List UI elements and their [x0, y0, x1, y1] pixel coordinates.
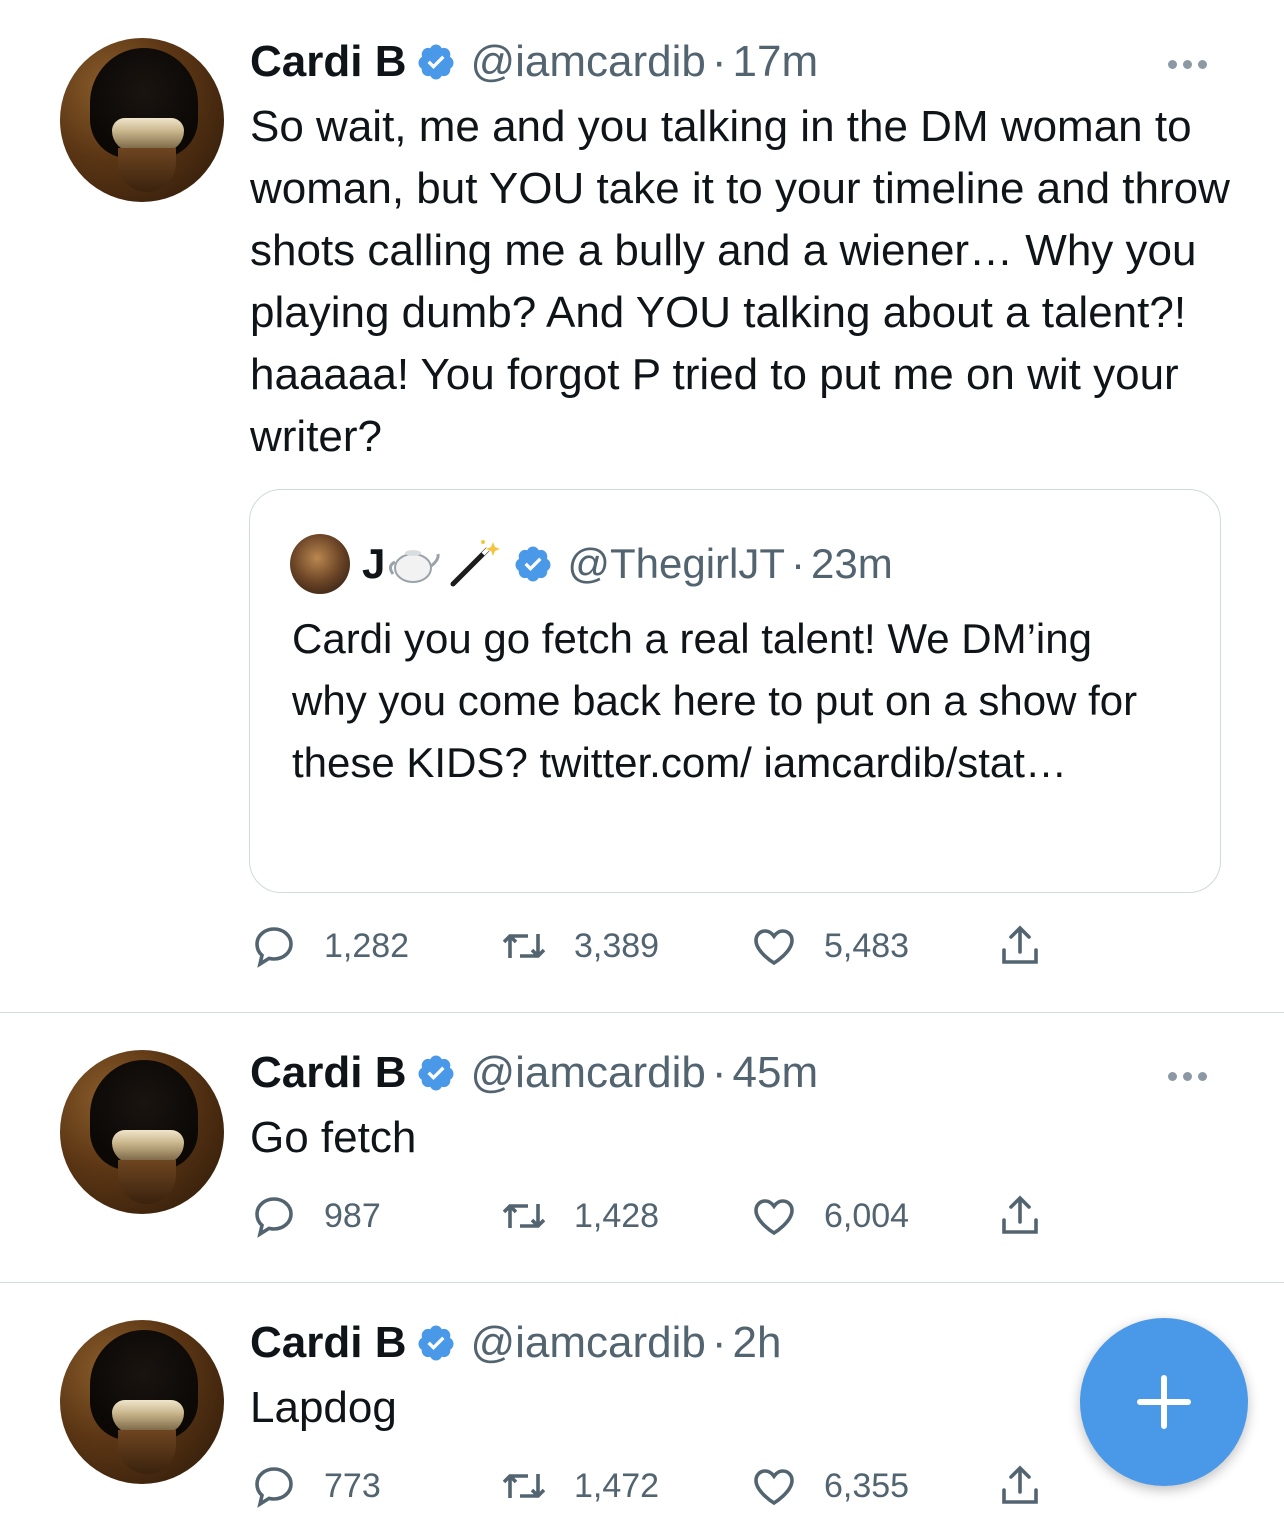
avatar[interactable]: [60, 38, 224, 202]
tweet-header: Cardi B @iamcardib · 45m: [250, 1043, 818, 1103]
separator: ·: [711, 1318, 727, 1367]
author-name[interactable]: Cardi B: [250, 1048, 406, 1097]
share-button[interactable]: [996, 1456, 1070, 1516]
like-count: 6,004: [824, 1196, 910, 1235]
tweet-actions: 773 1,472 6,355: [250, 1456, 1070, 1516]
quoted-avatar: [290, 534, 350, 594]
reply-count: 987: [324, 1196, 381, 1235]
reply-count: 773: [324, 1466, 381, 1505]
tweet-actions: 987 1,428 6,004: [250, 1186, 1070, 1246]
retweet-button[interactable]: 1,428: [500, 1186, 659, 1246]
quoted-header: J @ThegirlJT · 23m: [362, 534, 893, 594]
share-icon: [1002, 925, 1038, 964]
reply-icon: [255, 1467, 293, 1508]
like-icon: [754, 929, 794, 966]
tweet[interactable]: Cardi B @iamcardib · 45m Go fetch 987 1,428…: [0, 1013, 1284, 1282]
quoted-author-name: J: [362, 540, 386, 587]
share-button[interactable]: [996, 1186, 1070, 1246]
like-icon: [754, 1199, 794, 1236]
share-icon: [1002, 1465, 1038, 1504]
avatar[interactable]: [60, 1050, 224, 1214]
separator: ·: [791, 540, 806, 587]
like-button[interactable]: 6,004: [750, 1186, 909, 1246]
retweet-count: 1,428: [574, 1196, 660, 1235]
retweet-count: 3,389: [574, 926, 660, 965]
verified-badge-icon: [418, 44, 454, 80]
reply-icon: [255, 927, 293, 968]
compose-tweet-button[interactable]: [1080, 1318, 1248, 1486]
like-button[interactable]: 6,355: [750, 1456, 909, 1516]
tweet-text: Go fetch: [250, 1113, 417, 1162]
verified-badge-icon: [418, 1325, 454, 1361]
author-handle[interactable]: @iamcardib: [470, 1318, 705, 1367]
verified-badge-icon: [418, 1055, 454, 1091]
tweet[interactable]: Cardi B @iamcardib · 17m So wait, me and yo…: [0, 0, 1284, 1012]
like-icon: [754, 1469, 794, 1506]
reply-button[interactable]: 987: [250, 1186, 381, 1246]
tweet-time[interactable]: 2h: [733, 1318, 782, 1367]
share-button[interactable]: [996, 916, 1070, 976]
retweet-button[interactable]: 3,389: [500, 916, 659, 976]
author-name[interactable]: Cardi B: [250, 37, 406, 86]
quoted-tweet[interactable]: J @ThegirlJT · 23m Cardi you go fetch a rea…: [249, 489, 1221, 893]
author-handle[interactable]: @iamcardib: [470, 37, 705, 86]
retweet-icon: [502, 1204, 546, 1228]
more-icon[interactable]: [1168, 1068, 1218, 1084]
like-button[interactable]: 5,483: [750, 916, 909, 976]
retweet-button[interactable]: 1,472: [500, 1456, 659, 1516]
author-handle[interactable]: @iamcardib: [470, 1048, 705, 1097]
tweet-time[interactable]: 45m: [733, 1048, 819, 1097]
quoted-text: Cardi you go fetch a real talent! We DM’…: [292, 615, 1138, 786]
retweet-count: 1,472: [574, 1466, 660, 1505]
author-name[interactable]: Cardi B: [250, 1318, 406, 1367]
verified-badge-icon: [515, 546, 551, 582]
separator: ·: [711, 37, 727, 86]
share-icon: [1002, 1195, 1038, 1234]
more-icon[interactable]: [1168, 56, 1218, 72]
magic-wand-emoji: [450, 540, 501, 587]
tweet-header: Cardi B @iamcardib · 2h: [250, 1313, 782, 1373]
tweet-time[interactable]: 17m: [733, 37, 819, 86]
tweet-actions: 1,282 3,389 5,483: [250, 916, 1070, 976]
reply-count: 1,282: [324, 926, 410, 965]
tweet-text: So wait, me and you talking in the DM wo…: [250, 102, 1230, 461]
like-count: 6,355: [824, 1466, 910, 1505]
quoted-author-handle: @ThegirlJT: [567, 540, 786, 587]
tweet-header: Cardi B @iamcardib · 17m: [250, 32, 818, 92]
compose-plus-icon: [1137, 1375, 1191, 1429]
retweet-icon: [502, 1474, 546, 1498]
reply-button[interactable]: 1,282: [250, 916, 409, 976]
separator: ·: [711, 1048, 727, 1097]
quoted-time: 23m: [811, 540, 893, 587]
teapot-emoji: [389, 550, 440, 583]
reply-button[interactable]: 773: [250, 1456, 381, 1516]
retweet-icon: [502, 934, 546, 958]
avatar[interactable]: [60, 1320, 224, 1484]
like-count: 5,483: [824, 926, 910, 965]
reply-icon: [255, 1197, 293, 1238]
